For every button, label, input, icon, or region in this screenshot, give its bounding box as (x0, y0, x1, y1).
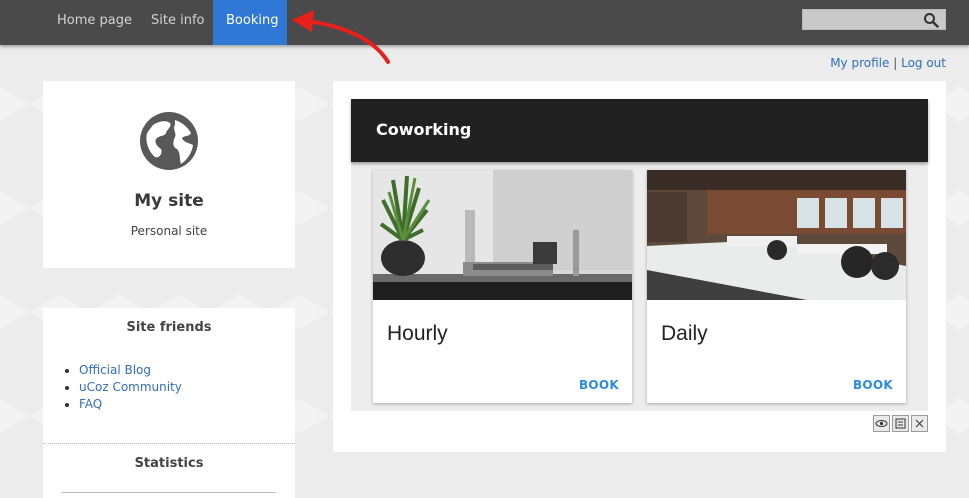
hourly-desk-image (373, 170, 632, 300)
list-item: uCoz Community (79, 379, 182, 396)
nav-site-info[interactable]: Site info (138, 0, 217, 45)
friend-link-official-blog[interactable]: Official Blog (79, 363, 151, 377)
eye-icon[interactable] (873, 415, 890, 432)
coworking-panel: Coworking Hourly BOOK Daily BOOK (351, 99, 928, 411)
friend-link-faq[interactable]: FAQ (79, 397, 102, 411)
my-profile-link[interactable]: My profile (830, 56, 889, 70)
globe-icon (140, 112, 198, 170)
site-subtitle: Personal site (130, 224, 208, 238)
friends-list: Official Blog uCoz Community FAQ (79, 362, 182, 413)
nav-booking[interactable]: Booking (213, 0, 287, 45)
profile-separator: | (893, 56, 898, 70)
friend-link-ucoz-community[interactable]: uCoz Community (79, 380, 182, 394)
card-title-daily: Daily (661, 322, 708, 345)
card-title-hourly: Hourly (387, 322, 448, 345)
main-content: Coworking Hourly BOOK Daily BOOK (333, 81, 946, 452)
nav-home-page[interactable]: Home page (44, 0, 145, 45)
list-item: Official Blog (79, 362, 182, 379)
log-out-link[interactable]: Log out (901, 56, 946, 70)
edit-icon[interactable] (892, 415, 909, 432)
search-input[interactable] (802, 9, 946, 30)
daily-office-image (647, 170, 906, 300)
statistics-heading: Statistics (134, 456, 204, 471)
booking-card-hourly: Hourly BOOK (373, 170, 632, 403)
site-title: My site (134, 191, 204, 211)
site-friends-card: Site friends Official Blog uCoz Communit… (43, 308, 295, 443)
site-info-card: My site Personal site (43, 81, 295, 268)
statistics-card: Statistics (43, 443, 295, 498)
module-controls (873, 415, 929, 433)
booking-card-daily: Daily BOOK (647, 170, 906, 403)
close-icon[interactable] (911, 415, 928, 432)
profile-links: My profile | Log out (830, 56, 946, 70)
top-navigation-bar: Home page Site info Booking (0, 0, 969, 45)
coworking-title: Coworking (376, 120, 472, 139)
coworking-header: Coworking (351, 99, 928, 162)
list-item: FAQ (79, 396, 182, 413)
book-daily-button[interactable]: BOOK (853, 378, 893, 392)
book-hourly-button[interactable]: BOOK (579, 378, 619, 392)
divider (61, 492, 276, 493)
site-friends-heading: Site friends (126, 320, 212, 335)
search-icon[interactable] (923, 12, 939, 28)
